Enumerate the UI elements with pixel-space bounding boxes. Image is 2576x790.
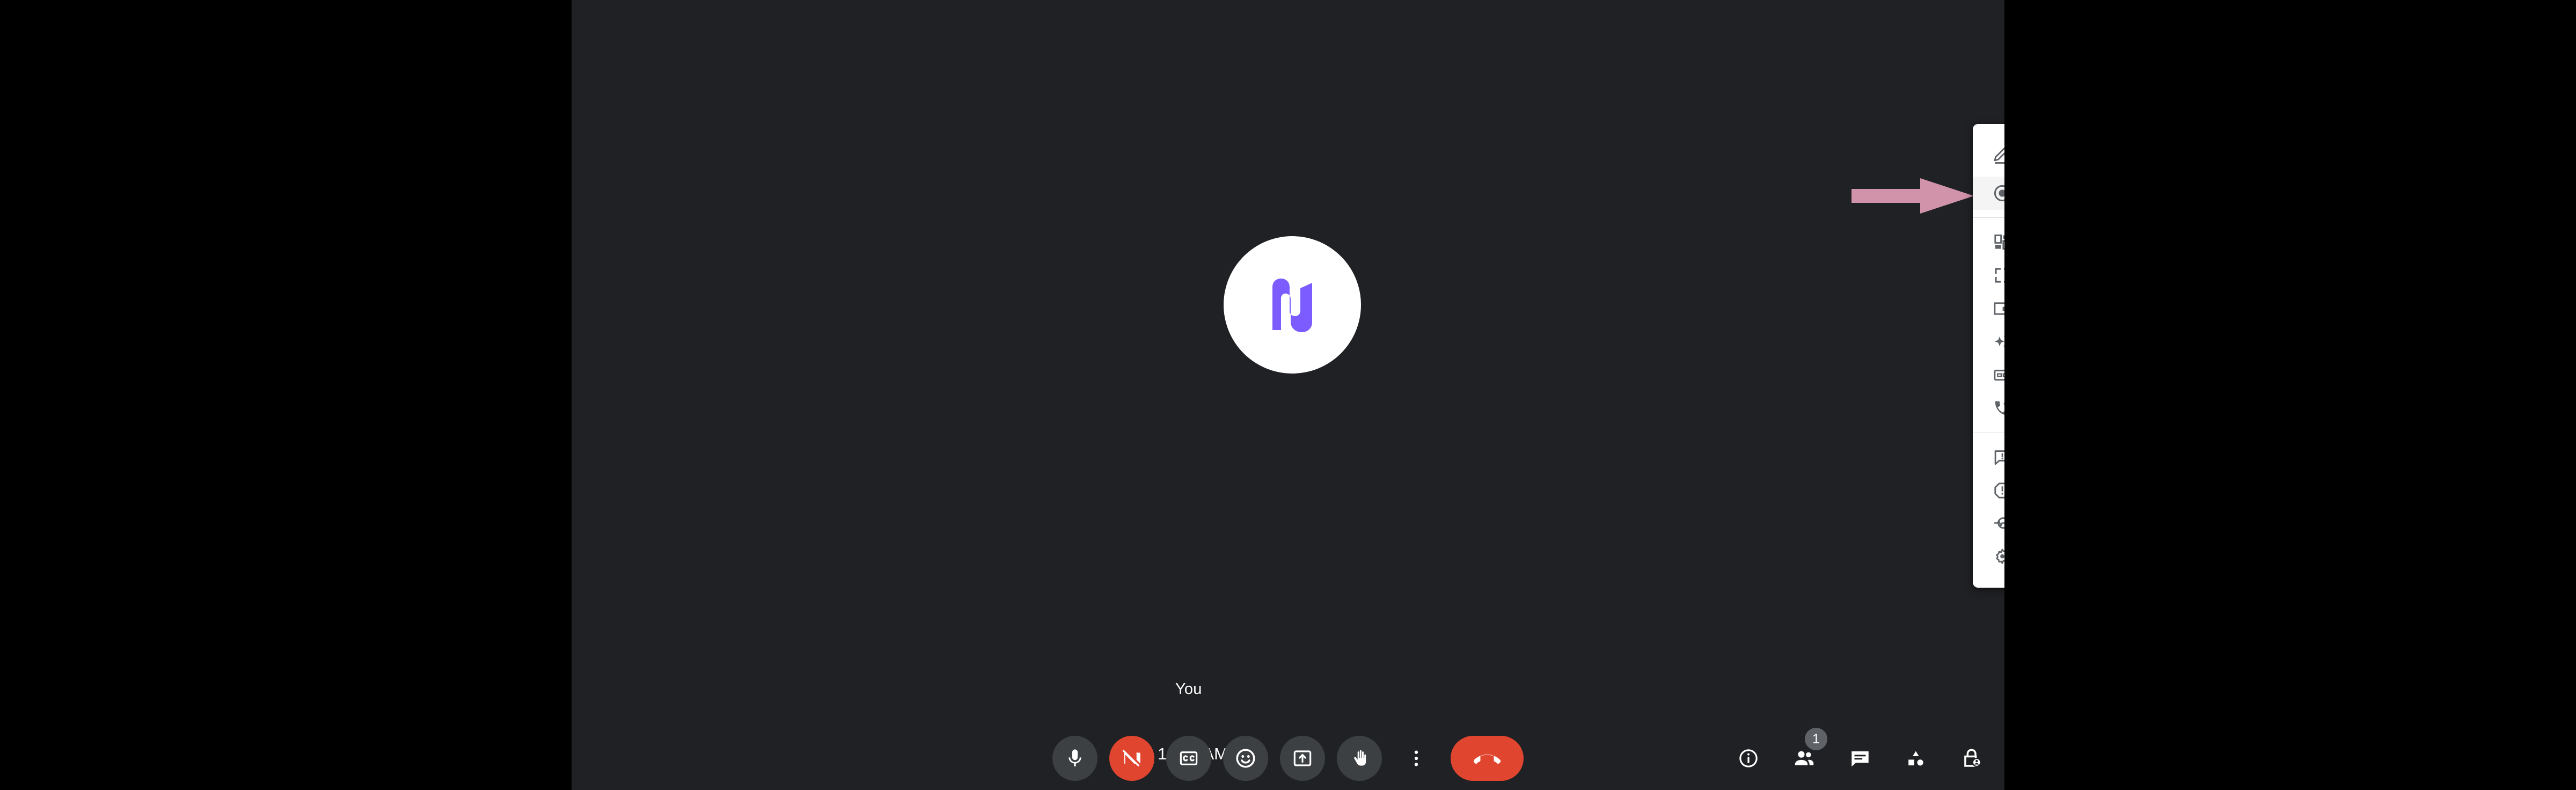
whiteboard-pen-icon xyxy=(1990,143,2004,168)
menu-divider xyxy=(1973,217,2004,218)
report-problem-icon xyxy=(1990,445,2004,470)
camera-off-icon xyxy=(1121,747,1143,770)
present-screen-button[interactable] xyxy=(1280,736,1325,781)
more-options-button[interactable] xyxy=(1394,736,1439,781)
menu-item-use-phone-for-audio[interactable]: Use a phone for audio xyxy=(1973,392,2004,425)
menu-item-manage-recording[interactable]: Manage recording xyxy=(1973,177,2004,210)
report-abuse-icon xyxy=(1990,478,2004,503)
call-end-icon xyxy=(1474,745,1501,772)
present-to-all-icon xyxy=(1292,748,1313,769)
meeting-details-button[interactable] xyxy=(1728,737,1769,779)
info-icon xyxy=(1738,748,1759,769)
closed-caption-icon xyxy=(1990,363,2004,387)
annotation-arrow-icon xyxy=(1851,177,1975,215)
leave-call-button[interactable] xyxy=(1451,736,1524,781)
host-controls-button[interactable] xyxy=(1951,737,1993,779)
menu-item-report-abuse[interactable]: Report abuse xyxy=(1973,474,2004,507)
chat-bubble-icon xyxy=(1849,747,1871,770)
self-video-tile[interactable] xyxy=(1224,236,1361,374)
more-options-menu[interactable]: Whiteboard Open a Jam Manage recording xyxy=(1973,124,2004,588)
lock-person-icon xyxy=(1960,747,1983,770)
raise-hand-button[interactable] xyxy=(1337,736,1382,781)
more-vert-icon xyxy=(1406,748,1427,769)
avatar xyxy=(1224,236,1361,374)
captions-button[interactable] xyxy=(1166,736,1211,781)
people-count-badge: 1 xyxy=(1805,728,1827,750)
reactions-button[interactable] xyxy=(1223,736,1268,781)
sparkle-effects-icon xyxy=(1990,330,2004,354)
change-layout-icon xyxy=(1990,230,2004,254)
closed-caption-icon xyxy=(1178,748,1199,769)
activities-button[interactable] xyxy=(1895,737,1937,779)
picture-in-picture-icon xyxy=(1990,296,2004,321)
record-circle-icon xyxy=(1990,181,2004,206)
menu-item-apply-visual-effects[interactable]: Apply visual effects xyxy=(1973,325,2004,359)
menu-item-change-layout[interactable]: Change layout xyxy=(1973,225,2004,259)
mic-icon xyxy=(1064,748,1086,769)
full-screen-icon xyxy=(1990,263,2004,288)
menu-item-picture-in-picture[interactable]: Open picture-in-picture xyxy=(1973,292,2004,325)
menu-item-troubleshooting-and-help[interactable]: Troubleshooting & help xyxy=(1973,507,2004,540)
microphone-button[interactable] xyxy=(1052,736,1097,781)
menu-item-whiteboard[interactable]: Whiteboard Open a Jam xyxy=(1973,135,2004,177)
shapes-activities-icon xyxy=(1905,747,1927,770)
meeting-info-cluster: 1 xyxy=(1728,735,1993,781)
phone-forward-icon xyxy=(1990,396,2004,421)
menu-item-turn-on-captions[interactable]: Turn on captions xyxy=(1973,359,2004,392)
self-tile-name-label: You xyxy=(1175,681,1202,698)
people-button[interactable]: 1 xyxy=(1783,737,1825,779)
meeting-stage: You 10:57 AM xyxy=(572,0,2004,790)
menu-item-report-a-problem[interactable]: Report a problem xyxy=(1973,441,2004,474)
raised-hand-icon xyxy=(1349,748,1370,769)
troubleshooting-icon xyxy=(1990,511,2004,536)
people-icon xyxy=(1792,747,1816,770)
gear-settings-icon xyxy=(1990,545,2004,569)
emoji-smiley-icon xyxy=(1234,747,1257,770)
menu-item-settings[interactable]: Settings xyxy=(1973,540,2004,574)
menu-item-full-screen[interactable]: Full screen xyxy=(1973,259,2004,292)
chat-button[interactable] xyxy=(1839,737,1881,779)
camera-button[interactable] xyxy=(1109,736,1154,781)
